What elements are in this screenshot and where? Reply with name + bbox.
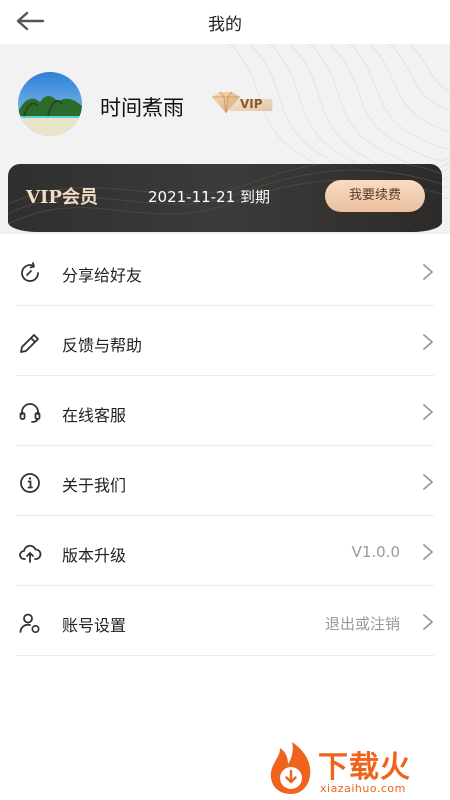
username: 时间煮雨: [100, 96, 184, 120]
chevron-right-icon: [423, 404, 433, 420]
chevron-right-icon: [423, 264, 433, 280]
chevron-right-icon: [423, 544, 433, 560]
page-title: 我的: [208, 15, 242, 35]
user-settings-icon: [19, 613, 40, 634]
menu-item-account-settings[interactable]: 账号设置 退出或注销: [16, 586, 434, 656]
settings-menu: 分享给好友 反馈与帮助 在线客服 关于我们 版本升级 V1.0.0 账号设置 退…: [0, 236, 450, 656]
renew-button[interactable]: 我要续费: [325, 180, 425, 212]
pencil-icon: [20, 334, 39, 353]
menu-item-version-upgrade[interactable]: 版本升级 V1.0.0: [16, 516, 434, 586]
chevron-right-icon: [423, 474, 433, 490]
menu-item-customer-service[interactable]: 在线客服: [16, 376, 434, 446]
menu-item-feedback[interactable]: 反馈与帮助: [16, 306, 434, 376]
vip-card-title: VIP会员: [26, 187, 98, 208]
avatar-image: [18, 72, 82, 136]
flame-logo-icon: [270, 742, 311, 794]
avatar[interactable]: [18, 72, 82, 136]
profile-section: 时间煮雨 VIP VIP会员 2021-11-21 到期 我要续费: [0, 44, 450, 234]
vip-expire-date: 2021-11-21 到期: [148, 188, 270, 206]
cloud-upload-icon: [19, 544, 42, 563]
menu-label: 版本升级: [62, 546, 127, 565]
chevron-right-icon: [423, 614, 433, 630]
menu-label: 分享给好友: [62, 266, 143, 285]
vip-membership-card: VIP会员 2021-11-21 到期 我要续费: [8, 164, 442, 232]
top-bar: 我的: [0, 0, 450, 44]
share-icon: [21, 262, 39, 282]
menu-item-about[interactable]: 关于我们: [16, 446, 434, 516]
watermark-text: 下载火: [318, 750, 411, 785]
menu-label: 反馈与帮助: [62, 336, 143, 355]
menu-item-share[interactable]: 分享给好友: [16, 236, 434, 306]
vip-badge-label: VIP: [240, 97, 263, 111]
headset-icon: [19, 403, 41, 423]
watermark-logo: 下载火 xiazaihuo.com: [266, 740, 446, 796]
menu-label: 在线客服: [62, 406, 127, 425]
version-value: V1.0.0: [351, 543, 400, 561]
menu-label: 关于我们: [62, 476, 127, 495]
watermark-url: xiazaihuo.com: [320, 782, 406, 795]
chevron-right-icon: [423, 334, 433, 350]
vip-badge: VIP: [210, 91, 274, 119]
info-icon: [20, 473, 40, 493]
menu-label: 账号设置: [62, 616, 127, 635]
account-action-value: 退出或注销: [324, 615, 400, 633]
